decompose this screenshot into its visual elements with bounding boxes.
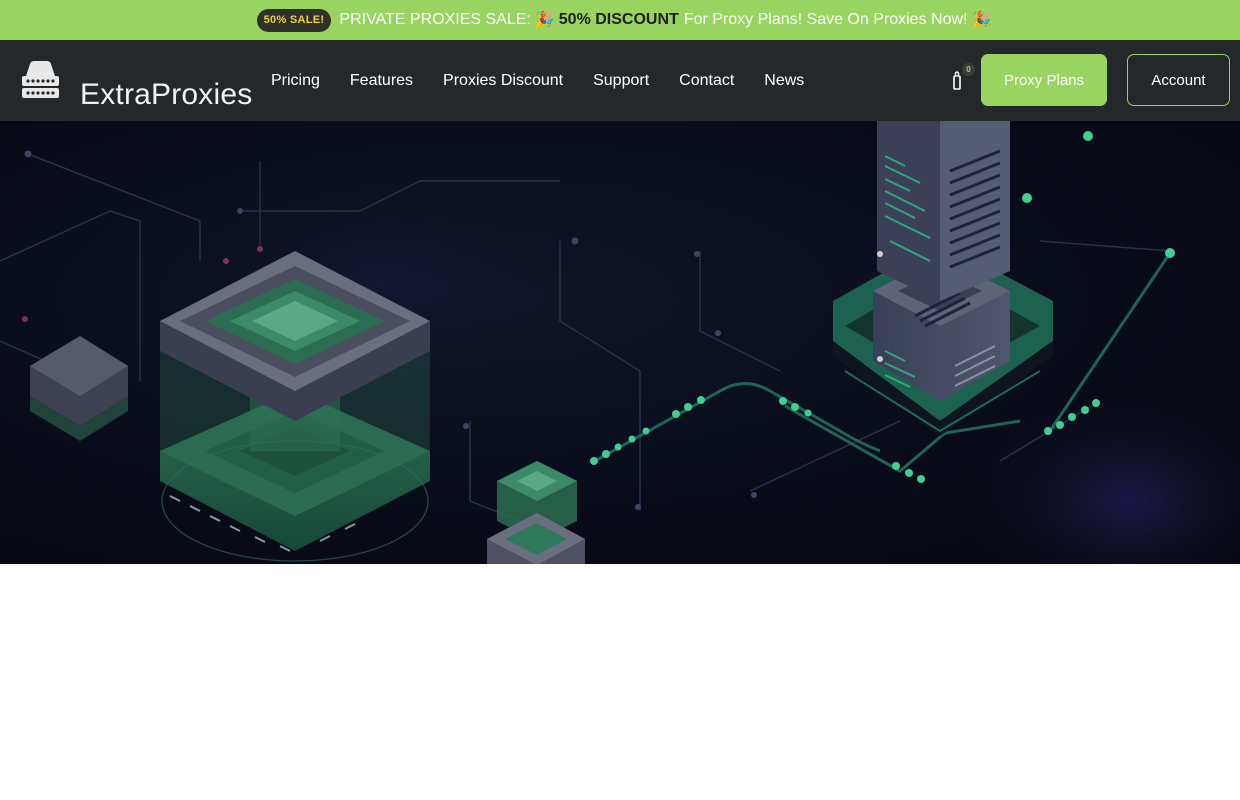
nav-item-features[interactable]: Features [350, 72, 413, 89]
hero-server-illustration [0, 121, 1240, 564]
nav-menu: Pricing Features Proxies Discount Suppor… [271, 40, 834, 121]
logo-link[interactable]: ExtraProxies [20, 60, 252, 110]
promo-bar[interactable]: 50% SALE! PRIVATE PROXIES SALE: 🎉 50% DI… [0, 0, 1240, 40]
nav-item-pricing[interactable]: Pricing [271, 72, 320, 89]
nav-item-contact[interactable]: Contact [679, 72, 734, 89]
brand-name: ExtraProxies [80, 78, 253, 111]
hero-banner [0, 121, 1240, 564]
sale-badge: 50% SALE! [256, 8, 332, 32]
nav-item-proxies-discount[interactable]: Proxies Discount [443, 72, 563, 89]
account-button[interactable]: Account [1127, 54, 1230, 106]
promo-discount-highlight: 50% DISCOUNT [558, 11, 679, 28]
promo-tail-text: For Proxy Plans! Save On Proxies Now! [683, 11, 968, 28]
nav-item-support[interactable]: Support [593, 72, 649, 89]
promo-lead-text: PRIVATE PROXIES SALE: [339, 11, 531, 28]
party-emoji-left: 🎉 [534, 12, 555, 29]
cart-count-badge: 0 [962, 63, 975, 76]
server-icon [22, 61, 59, 98]
proxy-plans-button[interactable]: Proxy Plans [981, 54, 1107, 106]
nav-item-news[interactable]: News [764, 72, 804, 89]
party-emoji-right: 🎉 [971, 12, 992, 29]
